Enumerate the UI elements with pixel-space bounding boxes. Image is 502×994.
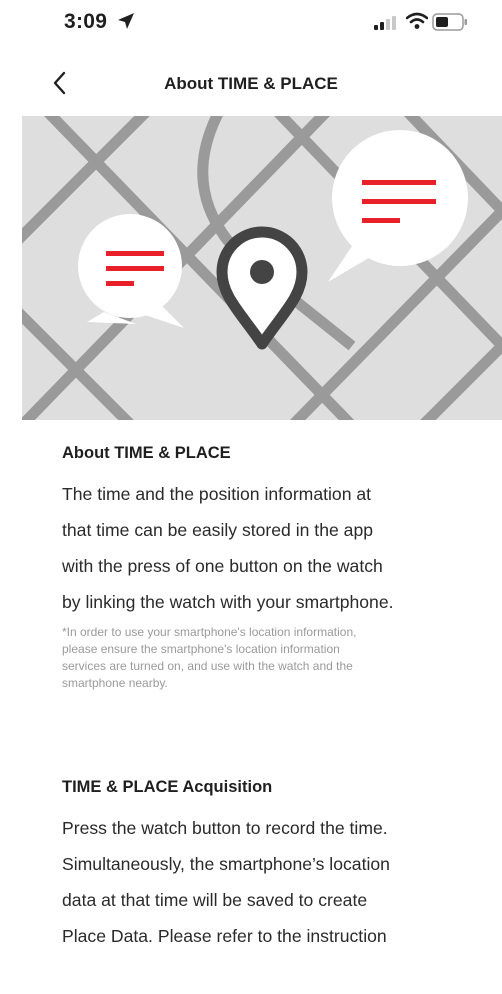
location-arrow-icon xyxy=(118,13,134,29)
status-time: 3:09 xyxy=(64,10,108,33)
description-line: that time can be easily stored in the ap… xyxy=(62,520,374,540)
description-line: by linking the watch with your smartphon… xyxy=(62,592,394,612)
footnote-text: *In order to use your smartphone's locat… xyxy=(62,624,462,692)
about-section: About TIME & PLACE The time and the posi… xyxy=(62,436,482,692)
battery-icon xyxy=(432,13,467,31)
section-heading: TIME & PLACE Acquisition xyxy=(62,778,273,796)
footnote-line: please ensure the smartphone's location … xyxy=(62,642,340,656)
map-illustration xyxy=(22,116,502,420)
footnote-line: *In order to use your smartphone's locat… xyxy=(62,625,357,639)
acquisition-line: Press the watch button to record the tim… xyxy=(62,818,388,838)
acquisition-line: data at that time will be saved to creat… xyxy=(62,890,368,910)
section-heading: About TIME & PLACE xyxy=(62,444,231,462)
description-line: with the press of one button on the watc… xyxy=(62,556,383,576)
acquisition-line: Simultaneously, the smartphone’s locatio… xyxy=(62,854,390,874)
status-bar: 3:09 xyxy=(0,0,502,44)
acquisition-line: Place Data. Please refer to the instruct… xyxy=(62,926,387,946)
nav-bar: About TIME & PLACE xyxy=(0,60,502,108)
hero-illustration xyxy=(22,116,502,420)
wifi-icon xyxy=(406,12,428,29)
footnote-line: services are turned on, and use with the… xyxy=(62,659,353,673)
page-title: About TIME & PLACE xyxy=(164,74,338,93)
acquisition-text: Press the watch button to record the tim… xyxy=(62,810,482,954)
cellular-signal-icon xyxy=(374,16,396,30)
footnote-line: smartphone nearby. xyxy=(62,676,168,690)
description-line: The time and the position information at xyxy=(62,484,372,504)
acquisition-section: TIME & PLACE Acquisition Press the watch… xyxy=(62,770,482,954)
description-text: The time and the position information at… xyxy=(62,476,482,620)
